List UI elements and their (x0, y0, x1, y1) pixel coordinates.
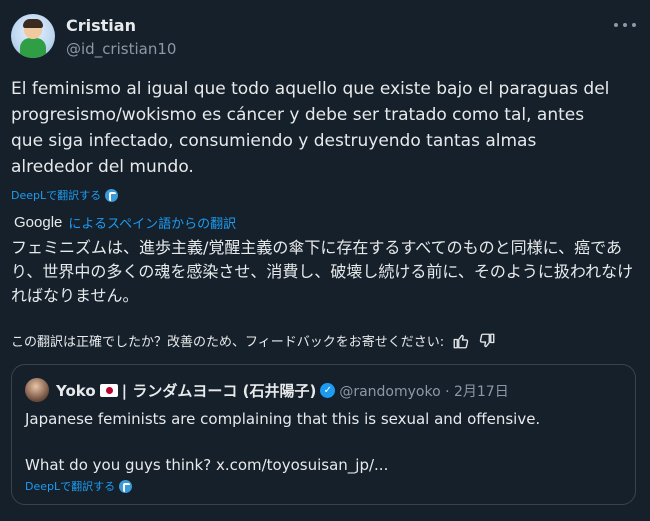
deepl-translate-label[interactable]: DeepLで翻訳する (11, 187, 101, 203)
quoted-tweet-header: Yoko | ランダムヨーコ (石井陽子) ✓ @randomyoko · 2月… (56, 380, 509, 401)
deepl-translate-button[interactable]: DeepLで翻訳する (11, 187, 119, 203)
thumbs-down-icon[interactable] (478, 332, 496, 350)
google-logo: Google (14, 214, 63, 231)
quoted-deepl-translate-label[interactable]: DeepLで翻訳する (25, 478, 115, 494)
verified-badge-icon: ✓ (320, 383, 336, 398)
translation-source-link[interactable]: によるスペイン語からの翻訳 (68, 213, 236, 232)
quoted-author-avatar[interactable] (25, 378, 49, 402)
deepl-icon (119, 479, 133, 493)
quoted-deepl-translate-button[interactable]: DeepLで翻訳する (25, 478, 133, 494)
quoted-author-name[interactable]: Yoko (56, 382, 96, 400)
quoted-author-name-rest[interactable]: | ランダムヨーコ (石井陽子) (122, 380, 317, 401)
author-handle[interactable]: @id_cristian10 (66, 40, 176, 58)
thumbs-up-icon[interactable] (452, 332, 470, 350)
quoted-tweet-line-2[interactable]: What do you guys think? x.com/toyosuisan… (25, 456, 388, 474)
translation-source-row: Google によるスペイン語からの翻訳 (14, 213, 236, 232)
translated-text: フェミニズムは、進歩主義/覚醒主義の傘下に存在するすべてのものと同様に、癌であり… (11, 238, 634, 305)
translation-feedback: この翻訳は正確でしたか？改善のため、フィードバックをお寄せください: (11, 331, 496, 350)
feedback-prompt: この翻訳は正確でしたか？改善のため、フィードバックをお寄せください: (11, 335, 445, 350)
quoted-author-handle-date[interactable]: @randomyoko · 2月17日 (339, 381, 508, 401)
tweet-text: El feminismo al igual que todo aquello q… (11, 79, 610, 177)
author-display-name[interactable]: Cristian (66, 16, 136, 35)
author-avatar[interactable] (11, 14, 55, 58)
deepl-icon (105, 188, 119, 202)
more-icon[interactable] (614, 18, 636, 32)
japan-flag-icon (99, 384, 118, 397)
quoted-tweet-line-1: Japanese feminists are complaining that … (25, 410, 541, 428)
